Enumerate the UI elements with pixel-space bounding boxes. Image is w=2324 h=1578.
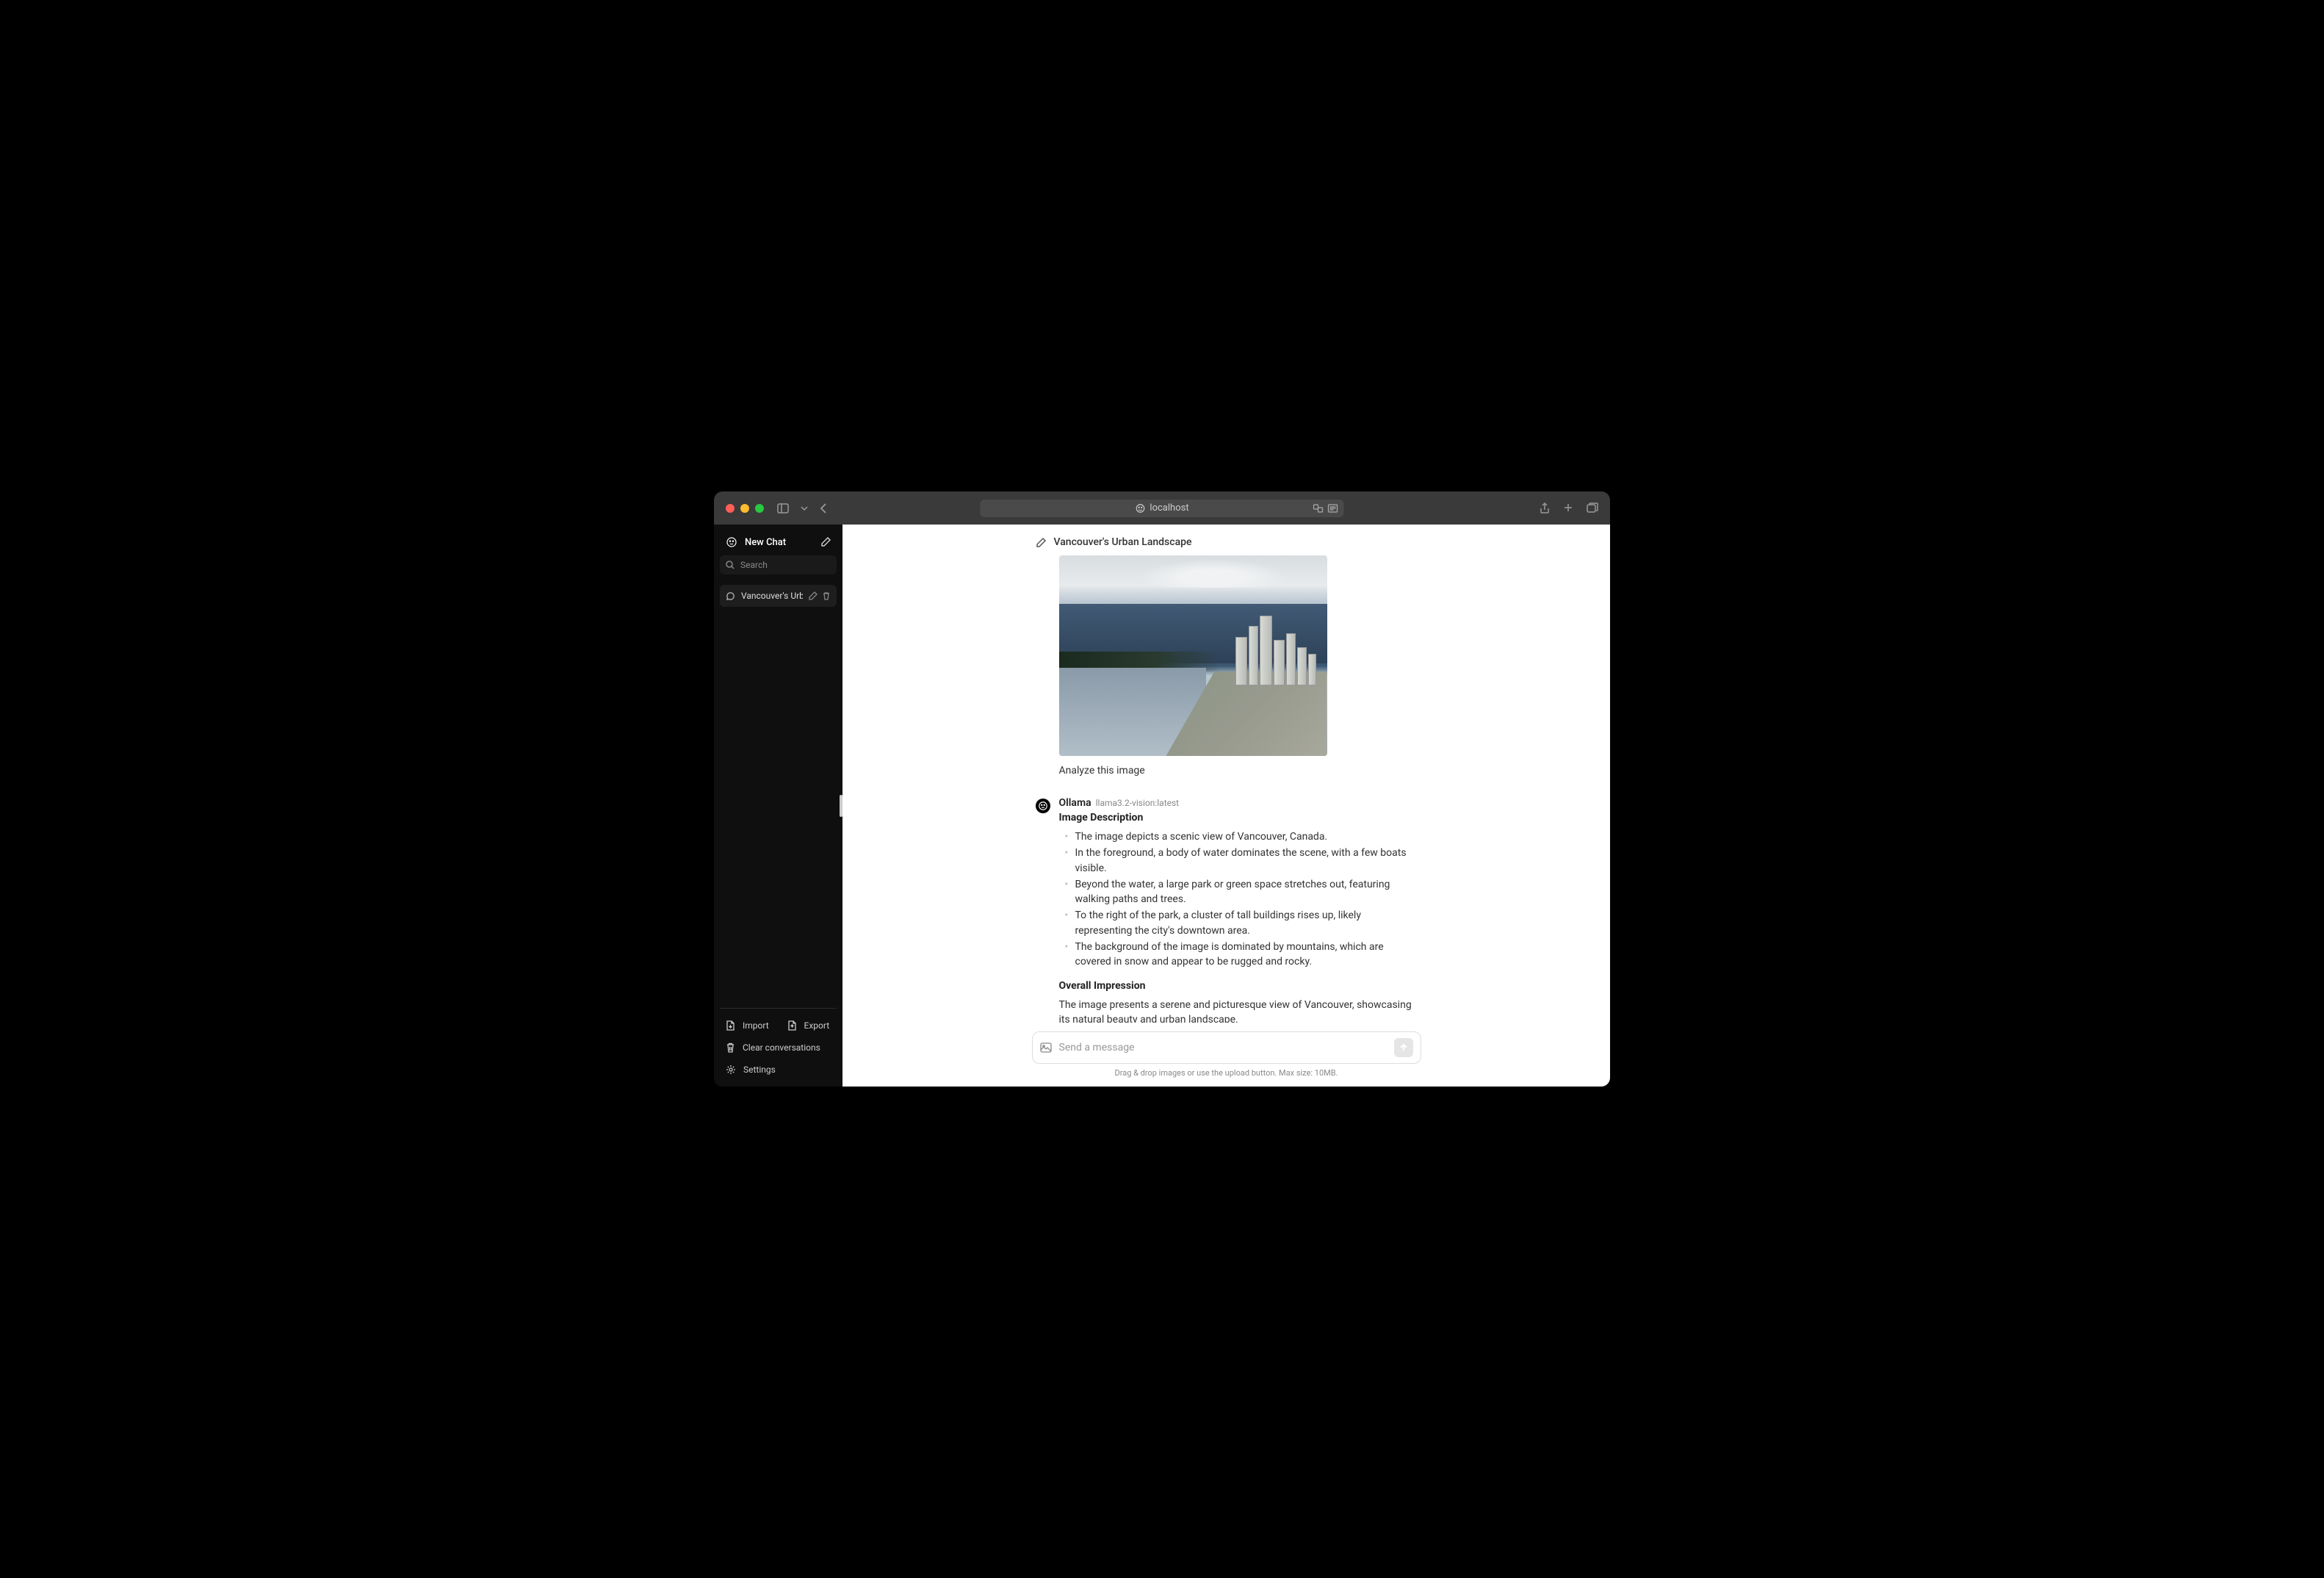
assistant-message: Ollama llama3.2-vision:latest Image Desc…: [1036, 797, 1418, 1023]
search-input[interactable]: Search: [720, 555, 837, 574]
traffic-lights: [726, 504, 764, 513]
trash-icon: [726, 1042, 735, 1053]
maximize-window-button[interactable]: [755, 504, 764, 513]
search-placeholder: Search: [740, 560, 768, 570]
assistant-model: llama3.2-vision:latest: [1096, 798, 1179, 808]
titlebar: localhost: [714, 491, 1610, 525]
share-icon[interactable]: [1540, 502, 1550, 514]
translate-icon[interactable]: [1313, 504, 1324, 513]
reader-icon[interactable]: [1328, 504, 1338, 513]
uploaded-image: [1059, 555, 1327, 756]
bullet-list: The image depicts a scenic view of Vanco…: [1059, 829, 1418, 970]
chat-title-row: Vancouver's Urban Landscape: [1036, 536, 1418, 548]
delete-chat-icon[interactable]: [822, 591, 831, 600]
chevron-down-icon[interactable]: [801, 506, 808, 511]
section-heading: Overall Impression: [1059, 980, 1418, 992]
url-text: localhost: [1150, 502, 1188, 514]
edit-chat-icon[interactable]: [809, 591, 818, 600]
back-button-icon[interactable]: [820, 503, 827, 514]
sidebar: New Chat Search Vancouver's Urban: [714, 525, 842, 1087]
compose-icon[interactable]: [820, 537, 831, 547]
clear-conversations-button[interactable]: Clear conversations: [720, 1037, 837, 1059]
input-hint: Drag & drop images or use the upload but…: [842, 1068, 1610, 1082]
new-tab-icon[interactable]: [1563, 502, 1573, 514]
sidebar-resize-handle[interactable]: [840, 795, 842, 817]
import-label: Import: [743, 1020, 769, 1031]
tabs-icon[interactable]: [1587, 502, 1598, 514]
chat-list-item[interactable]: Vancouver's Urban: [720, 585, 837, 607]
export-label: Export: [804, 1020, 830, 1031]
app-body: New Chat Search Vancouver's Urban: [714, 525, 1610, 1087]
chat-item-title: Vancouver's Urban: [741, 591, 803, 601]
export-icon: [787, 1020, 797, 1031]
export-button[interactable]: Export: [782, 1015, 837, 1037]
message-input[interactable]: [1059, 1042, 1387, 1053]
message-input-box: [1032, 1031, 1421, 1064]
assistant-avatar: [1036, 799, 1050, 813]
chat-scroll-area[interactable]: Vancouver's Urban Landscape: [842, 525, 1610, 1023]
new-chat-label: New Chat: [745, 537, 786, 548]
list-item: To the right of the park, a cluster of t…: [1065, 908, 1418, 938]
ollama-icon: [726, 536, 737, 548]
new-chat-button[interactable]: New Chat: [720, 530, 837, 554]
chat-bubble-icon: [726, 591, 735, 601]
import-button[interactable]: Import: [720, 1015, 776, 1037]
assistant-name: Ollama: [1059, 797, 1091, 809]
edit-title-icon[interactable]: [1036, 537, 1047, 548]
clear-label: Clear conversations: [743, 1042, 820, 1053]
list-item: In the foreground, a body of water domin…: [1065, 846, 1418, 876]
url-bar[interactable]: localhost: [981, 500, 1344, 517]
main-content: Vancouver's Urban Landscape: [842, 525, 1610, 1087]
gear-icon: [726, 1064, 736, 1075]
section-heading: Image Description: [1059, 812, 1418, 824]
sidebar-toggle-icon[interactable]: [777, 503, 789, 514]
search-icon: [726, 561, 735, 569]
chat-title: Vancouver's Urban Landscape: [1054, 536, 1192, 548]
paragraph: The image presents a serene and pictures…: [1059, 998, 1418, 1023]
settings-button[interactable]: Settings: [720, 1059, 837, 1081]
send-button[interactable]: [1394, 1038, 1413, 1057]
input-area: Drag & drop images or use the upload but…: [842, 1023, 1610, 1087]
list-item: The background of the image is dominated…: [1065, 940, 1418, 970]
site-icon: [1135, 503, 1145, 514]
list-item: Beyond the water, a large park or green …: [1065, 877, 1418, 907]
browser-window: localhost: [714, 491, 1610, 1087]
minimize-window-button[interactable]: [740, 504, 749, 513]
image-upload-icon[interactable]: [1040, 1042, 1052, 1053]
settings-label: Settings: [743, 1064, 776, 1075]
import-icon: [726, 1020, 735, 1031]
list-item: The image depicts a scenic view of Vanco…: [1065, 829, 1418, 844]
user-prompt: Analyze this image: [1059, 765, 1418, 777]
close-window-button[interactable]: [726, 504, 735, 513]
